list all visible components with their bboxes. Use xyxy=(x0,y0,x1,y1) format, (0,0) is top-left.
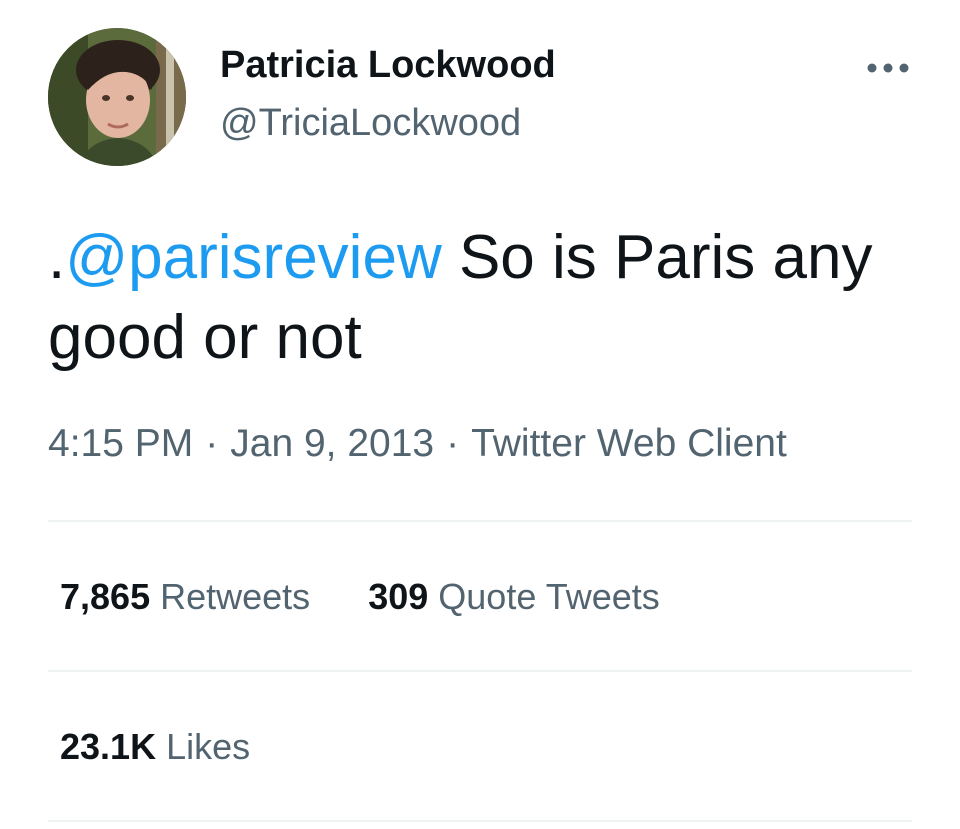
likes-stat[interactable]: 23.1K Likes xyxy=(60,724,250,770)
engagement-stats: 7,865 Retweets 309 Quote Tweets xyxy=(60,574,718,620)
retweets-count: 7,865 xyxy=(60,576,151,617)
tweet-metadata: 4:15 PM · Jan 9, 2013 · Twitter Web Client xyxy=(48,420,787,468)
divider xyxy=(48,520,912,522)
tweet-prefix: . xyxy=(48,223,66,292)
tweet-time[interactable]: 4:15 PM xyxy=(48,422,193,465)
likes-label: Likes xyxy=(166,726,251,767)
tweet-detail: Patricia Lockwood @TriciaLockwood .@pari… xyxy=(0,0,960,829)
quote-tweets-label: Quote Tweets xyxy=(438,576,660,617)
more-horizontal-icon xyxy=(867,63,909,73)
divider xyxy=(48,820,912,822)
retweets-label: Retweets xyxy=(160,576,311,617)
likes-count: 23.1K xyxy=(60,726,157,767)
author-display-name[interactable]: Patricia Lockwood xyxy=(220,42,556,88)
meta-separator: · xyxy=(205,422,219,465)
tweet-text: .@parisreview So is Paris any good or no… xyxy=(48,218,918,378)
meta-separator: · xyxy=(446,422,460,465)
retweets-stat[interactable]: 7,865 Retweets xyxy=(60,574,310,620)
author-handle[interactable]: @TriciaLockwood xyxy=(220,100,521,146)
quote-tweets-count: 309 xyxy=(368,576,429,617)
quote-tweets-stat[interactable]: 309 Quote Tweets xyxy=(368,574,660,620)
divider xyxy=(48,670,912,672)
tweet-client[interactable]: Twitter Web Client xyxy=(471,422,787,465)
mention-link[interactable]: @parisreview xyxy=(65,223,441,292)
avatar[interactable] xyxy=(48,28,186,166)
tweet-date[interactable]: Jan 9, 2013 xyxy=(230,422,434,465)
profile-photo-icon xyxy=(48,28,186,166)
more-options-button[interactable] xyxy=(858,50,918,86)
